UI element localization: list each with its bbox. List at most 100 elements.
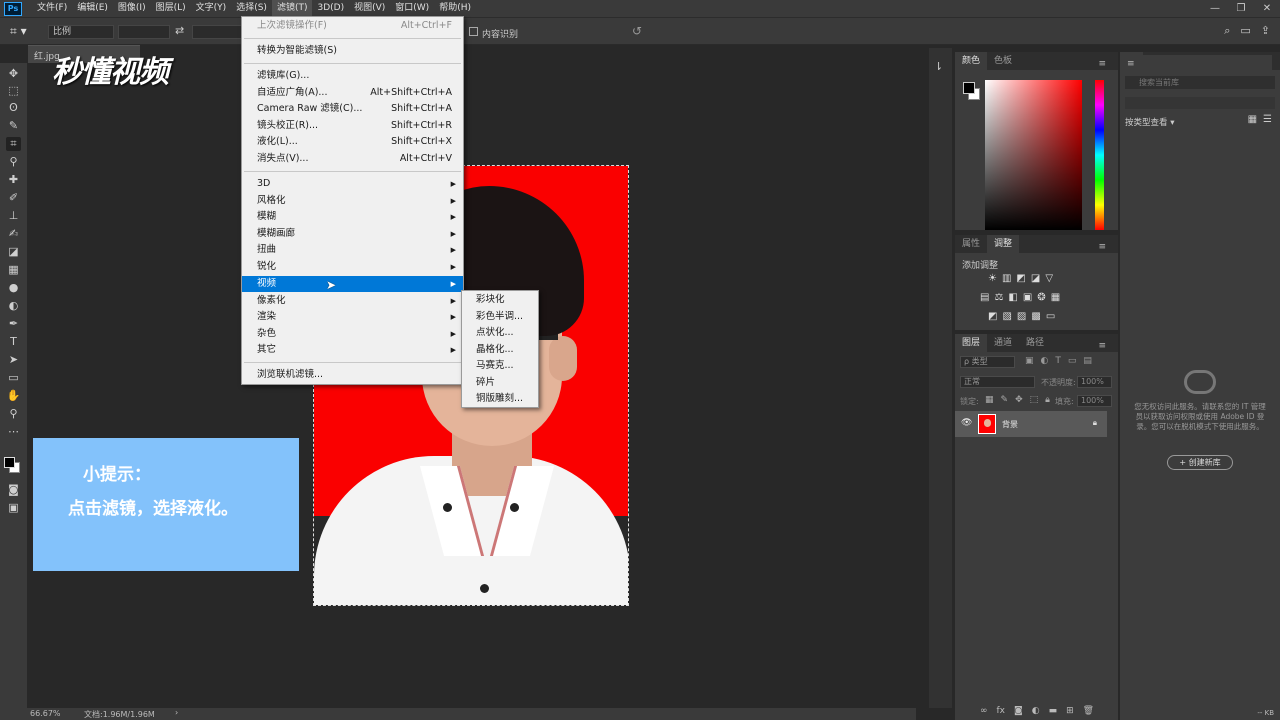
minimize-icon[interactable]: — <box>1202 0 1228 17</box>
menu-type[interactable]: 文字(Y) <box>191 0 232 17</box>
menu-item-3d[interactable]: 3D ▶ <box>242 176 463 192</box>
hand-tool-icon[interactable]: ✋ <box>6 389 21 403</box>
menu-item-lens-correction[interactable]: 镜头校正(R)... Shift+Ctrl+R <box>242 118 463 134</box>
layer-filter-select[interactable]: ρ 类型 <box>960 356 1015 368</box>
new-group-icon[interactable]: ▬ <box>1049 706 1058 716</box>
menu-item-vanishing-point[interactable]: 消失点(V)... Alt+Ctrl+V <box>242 151 463 167</box>
type-filter-icon[interactable]: T <box>1055 356 1061 366</box>
lock-pixels-icon[interactable]: ▦ <box>985 395 994 405</box>
menu-item-smart-filter[interactable]: 转换为智能滤镜(S) <box>242 43 463 59</box>
hue-slider[interactable] <box>1095 80 1104 230</box>
panel-menu-icon[interactable]: ≡ <box>1091 238 1113 256</box>
healing-brush-tool-icon[interactable]: ✚ <box>6 173 21 187</box>
menu-item-browse-online[interactable]: 浏览联机滤镜... <box>242 367 463 383</box>
menu-item-blur-gallery[interactable]: 模糊画廊 ▶ <box>242 226 463 242</box>
lock-paint-icon[interactable]: ✎ <box>1001 395 1009 405</box>
menu-image[interactable]: 图像(I) <box>113 0 151 17</box>
selective-color-icon[interactable]: ▭ <box>1046 311 1055 322</box>
height-input[interactable] <box>192 25 244 39</box>
tab-channels[interactable]: 通道 <box>987 334 1019 352</box>
photo-filter-icon[interactable]: ▣ <box>1023 292 1032 303</box>
shape-filter-icon[interactable]: ▭ <box>1068 356 1077 366</box>
brightness-icon[interactable]: ☀ <box>988 273 997 284</box>
channel-mixer-icon[interactable]: ❂ <box>1037 292 1045 303</box>
submenu-item-facet[interactable]: 彩块化 <box>462 292 538 308</box>
exposure-icon[interactable]: ◪ <box>1031 273 1040 284</box>
menu-edit[interactable]: 编辑(E) <box>72 0 113 17</box>
zoom-level[interactable]: 66.67% <box>30 709 61 718</box>
vibrance-icon[interactable]: ▽ <box>1045 273 1053 284</box>
tab-adjustments[interactable]: 调整 <box>987 235 1020 253</box>
content-aware-checkbox[interactable] <box>469 27 478 36</box>
submenu-item-crystallize[interactable]: 晶格化... <box>462 342 538 358</box>
new-adjustment-icon[interactable]: ◐ <box>1032 706 1040 716</box>
marquee-tool-icon[interactable]: ⬚ <box>6 84 21 98</box>
threshold-icon[interactable]: ▨ <box>1017 311 1026 322</box>
hue-saturation-icon[interactable]: ▤ <box>980 292 989 303</box>
submenu-item-pointillize[interactable]: 点状化... <box>462 325 538 341</box>
zoom-tool-icon[interactable]: ⚲ <box>6 407 21 421</box>
panel-menu-icon[interactable]: ≡ <box>1091 337 1113 355</box>
layer-row[interactable]: 👁︎ 背景 🔒︎ <box>955 411 1107 437</box>
submenu-item-fragment[interactable]: 碎片 <box>462 375 538 391</box>
type-tool-icon[interactable]: T <box>6 335 21 349</box>
lock-all-icon[interactable]: 🔒︎ <box>1045 395 1050 405</box>
menu-select[interactable]: 选择(S) <box>231 0 272 17</box>
search-icon[interactable]: ⌕ <box>1224 24 1230 38</box>
color-panel-fg-swatch[interactable] <box>963 82 975 94</box>
menu-item-render[interactable]: 渲染 ▶ <box>242 309 463 325</box>
menu-item-blur[interactable]: 模糊 ▶ <box>242 209 463 225</box>
width-input[interactable] <box>118 25 170 39</box>
smart-filter-icon[interactable]: ▤ <box>1083 356 1092 366</box>
submenu-item-mosaic[interactable]: 马赛克... <box>462 358 538 374</box>
menu-help[interactable]: 帮助(H) <box>434 0 476 17</box>
link-layers-icon[interactable]: ∞ <box>980 706 988 716</box>
visibility-eye-icon[interactable]: 👁︎ <box>961 418 972 428</box>
crop-tool-icon[interactable]: ⌗ ▾ <box>10 24 36 40</box>
opacity-input[interactable]: 100% <box>1077 376 1112 388</box>
menu-item-stylize[interactable]: 风格化 ▶ <box>242 193 463 209</box>
quick-mask-icon[interactable]: ◙ <box>6 483 21 497</box>
create-library-button[interactable]: + 创建新库 <box>1167 455 1233 470</box>
history-panel-icon[interactable]: ⇂ <box>934 60 943 73</box>
lock-artboard-icon[interactable]: ⬚ <box>1030 395 1039 405</box>
eraser-tool-icon[interactable]: ◪ <box>6 245 21 259</box>
menu-item-liquify[interactable]: 液化(L)... Shift+Ctrl+X <box>242 134 463 150</box>
swap-icon[interactable]: ⇄ <box>175 24 184 37</box>
fill-input[interactable]: 100% <box>1077 395 1112 407</box>
menu-item-other[interactable]: 其它 ▶ <box>242 342 463 358</box>
menu-item-filter-gallery[interactable]: 滤镜库(G)... <box>242 68 463 84</box>
close-icon[interactable]: ✕ <box>1254 0 1280 17</box>
menu-item-sharpen[interactable]: 锐化 ▶ <box>242 259 463 275</box>
color-balance-icon[interactable]: ⚖ <box>994 292 1003 303</box>
menu-item-noise[interactable]: 杂色 ▶ <box>242 326 463 342</box>
library-search-input[interactable]: 搜索当前库 <box>1125 76 1275 89</box>
menu-window[interactable]: 窗口(W) <box>390 0 434 17</box>
reset-icon[interactable]: ↺ <box>632 24 642 38</box>
panel-menu-icon[interactable]: ≡ <box>1091 55 1113 73</box>
blend-mode-select[interactable]: 正常 <box>960 376 1035 388</box>
delete-layer-icon[interactable]: 🗑︎ <box>1083 706 1094 716</box>
list-view-icon[interactable]: ☰ <box>1263 114 1272 125</box>
path-select-tool-icon[interactable]: ➤ <box>6 353 21 367</box>
crop-tool-icon[interactable]: ⌗ <box>6 137 21 151</box>
tab-swatches[interactable]: 色板 <box>987 52 1019 70</box>
lock-position-icon[interactable]: ✥ <box>1015 395 1023 405</box>
add-mask-icon[interactable]: ◙ <box>1014 706 1023 716</box>
menu-item-last-filter[interactable]: 上次滤镜操作(F) Alt+Ctrl+F <box>242 18 463 34</box>
new-layer-icon[interactable]: ⊞ <box>1066 706 1074 716</box>
foreground-color-swatch[interactable] <box>4 457 15 468</box>
move-tool-icon[interactable]: ✥ <box>6 67 21 81</box>
workspace-icon[interactable]: ▭ <box>1240 24 1250 38</box>
posterize-icon[interactable]: ▧ <box>1002 311 1011 322</box>
pen-tool-icon[interactable]: ✒ <box>6 317 21 331</box>
status-arrow-icon[interactable]: › <box>175 708 178 717</box>
menu-item-camera-raw[interactable]: Camera Raw 滤镜(C)... Shift+Ctrl+A <box>242 101 463 117</box>
adjust-filter-icon[interactable]: ◐ <box>1041 356 1049 366</box>
menu-layer[interactable]: 图层(L) <box>151 0 191 17</box>
color-lookup-icon[interactable]: ▦ <box>1051 292 1060 303</box>
more-tools-icon[interactable]: ⋯ <box>6 425 21 439</box>
curves-icon[interactable]: ◩ <box>1016 273 1025 284</box>
invert-icon[interactable]: ◩ <box>988 311 997 322</box>
submenu-item-mezzotint[interactable]: 铜版雕刻... <box>462 391 538 407</box>
